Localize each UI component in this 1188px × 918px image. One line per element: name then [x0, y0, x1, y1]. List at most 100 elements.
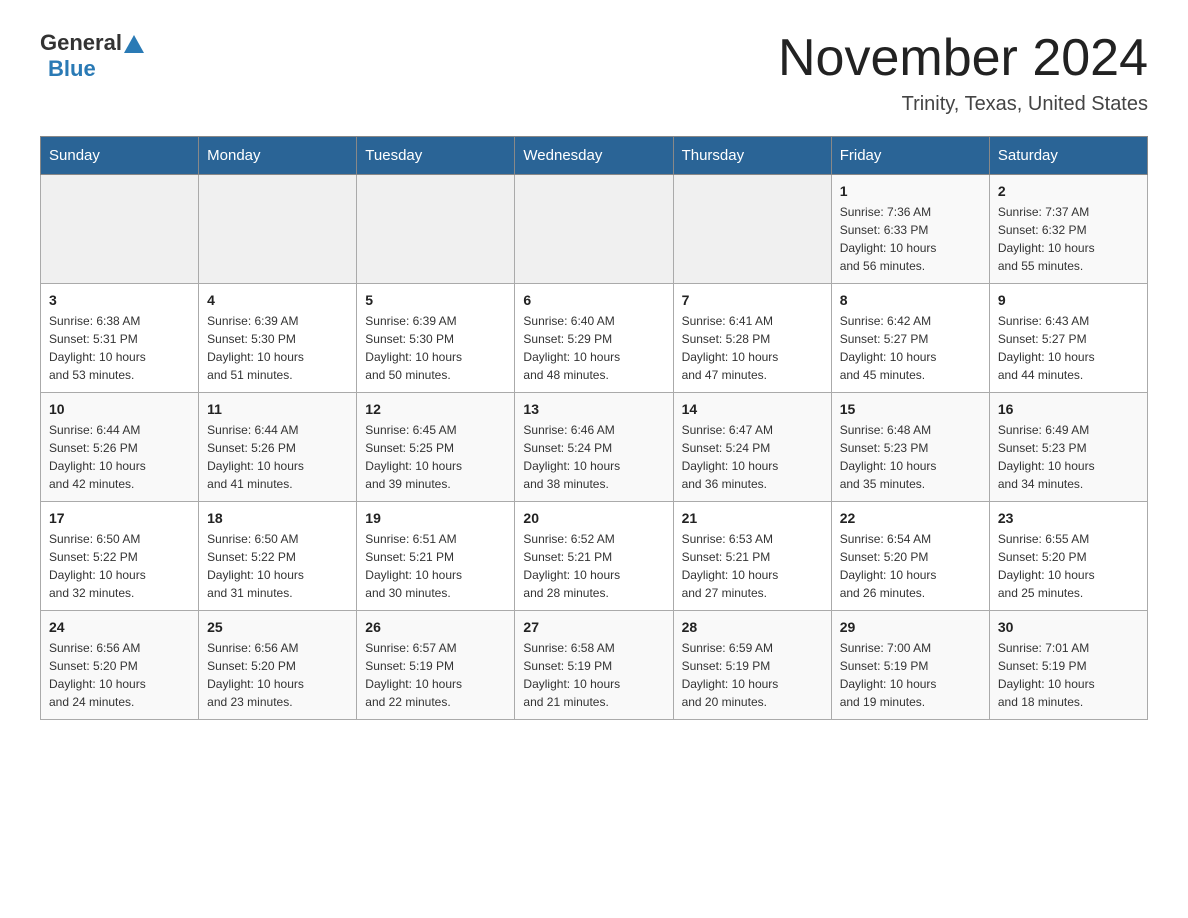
subtitle: Trinity, Texas, United States: [778, 93, 1148, 116]
calendar-cell: 12 Sunrise: 6:45 AMSunset: 5:25 PMDayligh…: [357, 393, 515, 502]
calendar-cell: 1Sunrise: 7:36 AMSunset: 6:33 PMDaylight…: [831, 175, 989, 284]
main-title: November 2024: [778, 30, 1148, 87]
day-info: Sunrise: 6:59 AMSunset: 5:19 PMDaylight:…: [682, 639, 823, 711]
calendar-cell: 6 Sunrise: 6:40 AMSunset: 5:29 PMDaylight…: [515, 284, 673, 393]
day-info: Sunrise: 6:40 AMSunset: 5:29 PMDaylight:…: [523, 312, 664, 384]
calendar-cell: [357, 175, 515, 284]
day-number: 28: [682, 619, 823, 635]
day-info: Sunrise: 6:46 AMSunset: 5:24 PMDaylight:…: [523, 421, 664, 493]
calendar-cell: 16 Sunrise: 6:49 AMSunset: 5:23 PMDayligh…: [989, 393, 1147, 502]
calendar-cell: 14Sunrise: 6:47 AMSunset: 5:24 PMDayligh…: [673, 393, 831, 502]
calendar-cell: 20 Sunrise: 6:52 AMSunset: 5:21 PMDayligh…: [515, 502, 673, 611]
calendar-cell: 5Sunrise: 6:39 AMSunset: 5:30 PMDaylight…: [357, 284, 515, 393]
day-info: Sunrise: 6:48 AMSunset: 5:23 PMDaylight:…: [840, 421, 981, 493]
day-info: Sunrise: 6:54 AMSunset: 5:20 PMDaylight:…: [840, 530, 981, 602]
calendar-cell: 24 Sunrise: 6:56 AMSunset: 5:20 PMDayligh…: [41, 611, 199, 720]
day-number: 3: [49, 292, 190, 308]
calendar-week-row: 17 Sunrise: 6:50 AMSunset: 5:22 PMDayligh…: [41, 502, 1148, 611]
calendar-cell: 13 Sunrise: 6:46 AMSunset: 5:24 PMDayligh…: [515, 393, 673, 502]
day-number: 22: [840, 510, 981, 526]
calendar-header-sunday: Sunday: [41, 137, 199, 175]
day-info: Sunrise: 7:01 AMSunset: 5:19 PMDaylight:…: [998, 639, 1139, 711]
calendar-cell: 27 Sunrise: 6:58 AMSunset: 5:19 PMDayligh…: [515, 611, 673, 720]
day-number: 25: [207, 619, 348, 635]
calendar-header-wednesday: Wednesday: [515, 137, 673, 175]
day-info: Sunrise: 6:39 AMSunset: 5:30 PMDaylight:…: [207, 312, 348, 384]
day-number: 17: [49, 510, 190, 526]
calendar-header-tuesday: Tuesday: [357, 137, 515, 175]
day-info: Sunrise: 6:58 AMSunset: 5:19 PMDaylight:…: [523, 639, 664, 711]
day-info: Sunrise: 6:53 AMSunset: 5:21 PMDaylight:…: [682, 530, 823, 602]
calendar-week-row: 1Sunrise: 7:36 AMSunset: 6:33 PMDaylight…: [41, 175, 1148, 284]
calendar-cell: 7 Sunrise: 6:41 AMSunset: 5:28 PMDaylight…: [673, 284, 831, 393]
day-number: 20: [523, 510, 664, 526]
day-info: Sunrise: 6:45 AMSunset: 5:25 PMDaylight:…: [365, 421, 506, 493]
day-number: 15: [840, 401, 981, 417]
day-number: 6: [523, 292, 664, 308]
calendar-cell: 18 Sunrise: 6:50 AMSunset: 5:22 PMDayligh…: [199, 502, 357, 611]
day-info: Sunrise: 6:44 AMSunset: 5:26 PMDaylight:…: [207, 421, 348, 493]
day-number: 2: [998, 183, 1139, 199]
calendar-cell: 25 Sunrise: 6:56 AMSunset: 5:20 PMDayligh…: [199, 611, 357, 720]
calendar-week-row: 3 Sunrise: 6:38 AMSunset: 5:31 PMDaylight…: [41, 284, 1148, 393]
day-number: 19: [365, 510, 506, 526]
calendar-cell: 26Sunrise: 6:57 AMSunset: 5:19 PMDayligh…: [357, 611, 515, 720]
day-info: Sunrise: 6:38 AMSunset: 5:31 PMDaylight:…: [49, 312, 190, 384]
day-number: 23: [998, 510, 1139, 526]
day-info: Sunrise: 7:37 AMSunset: 6:32 PMDaylight:…: [998, 203, 1139, 275]
day-info: Sunrise: 6:43 AMSunset: 5:27 PMDaylight:…: [998, 312, 1139, 384]
day-info: Sunrise: 6:51 AMSunset: 5:21 PMDaylight:…: [365, 530, 506, 602]
day-info: Sunrise: 6:44 AMSunset: 5:26 PMDaylight:…: [49, 421, 190, 493]
calendar-cell: 8Sunrise: 6:42 AMSunset: 5:27 PMDaylight…: [831, 284, 989, 393]
day-number: 5: [365, 292, 506, 308]
calendar-cell: 10 Sunrise: 6:44 AMSunset: 5:26 PMDayligh…: [41, 393, 199, 502]
day-info: Sunrise: 7:00 AMSunset: 5:19 PMDaylight:…: [840, 639, 981, 711]
calendar-header-saturday: Saturday: [989, 137, 1147, 175]
calendar-cell: [515, 175, 673, 284]
day-number: 29: [840, 619, 981, 635]
title-section: November 2024 Trinity, Texas, United Sta…: [778, 30, 1148, 116]
day-info: Sunrise: 6:50 AMSunset: 5:22 PMDaylight:…: [49, 530, 190, 602]
calendar-header-row: SundayMondayTuesdayWednesdayThursdayFrid…: [41, 137, 1148, 175]
day-info: Sunrise: 6:50 AMSunset: 5:22 PMDaylight:…: [207, 530, 348, 602]
day-number: 21: [682, 510, 823, 526]
logo-blue-label: Blue: [48, 56, 96, 82]
logo-triangle-icon: [124, 35, 144, 53]
day-info: Sunrise: 6:57 AMSunset: 5:19 PMDaylight:…: [365, 639, 506, 711]
calendar-cell: 17 Sunrise: 6:50 AMSunset: 5:22 PMDayligh…: [41, 502, 199, 611]
day-number: 7: [682, 292, 823, 308]
calendar-cell: 23Sunrise: 6:55 AMSunset: 5:20 PMDayligh…: [989, 502, 1147, 611]
day-info: Sunrise: 6:56 AMSunset: 5:20 PMDaylight:…: [49, 639, 190, 711]
calendar-cell: 9Sunrise: 6:43 AMSunset: 5:27 PMDaylight…: [989, 284, 1147, 393]
day-number: 11: [207, 401, 348, 417]
day-info: Sunrise: 6:49 AMSunset: 5:23 PMDaylight:…: [998, 421, 1139, 493]
calendar-cell: 30 Sunrise: 7:01 AMSunset: 5:19 PMDayligh…: [989, 611, 1147, 720]
day-number: 12: [365, 401, 506, 417]
day-number: 16: [998, 401, 1139, 417]
calendar-week-row: 24 Sunrise: 6:56 AMSunset: 5:20 PMDayligh…: [41, 611, 1148, 720]
calendar-cell: [41, 175, 199, 284]
day-info: Sunrise: 6:47 AMSunset: 5:24 PMDaylight:…: [682, 421, 823, 493]
calendar-cell: 21 Sunrise: 6:53 AMSunset: 5:21 PMDayligh…: [673, 502, 831, 611]
day-number: 27: [523, 619, 664, 635]
calendar-header-friday: Friday: [831, 137, 989, 175]
day-info: Sunrise: 6:42 AMSunset: 5:27 PMDaylight:…: [840, 312, 981, 384]
page-header: General Blue November 2024 Trinity, Texa…: [40, 30, 1148, 116]
day-number: 13: [523, 401, 664, 417]
day-number: 18: [207, 510, 348, 526]
calendar-cell: 19 Sunrise: 6:51 AMSunset: 5:21 PMDayligh…: [357, 502, 515, 611]
day-number: 24: [49, 619, 190, 635]
calendar-cell: 29 Sunrise: 7:00 AMSunset: 5:19 PMDayligh…: [831, 611, 989, 720]
day-info: Sunrise: 6:52 AMSunset: 5:21 PMDaylight:…: [523, 530, 664, 602]
calendar-cell: 3 Sunrise: 6:38 AMSunset: 5:31 PMDaylight…: [41, 284, 199, 393]
day-info: Sunrise: 6:41 AMSunset: 5:28 PMDaylight:…: [682, 312, 823, 384]
calendar-cell: [199, 175, 357, 284]
calendar-cell: 28 Sunrise: 6:59 AMSunset: 5:19 PMDayligh…: [673, 611, 831, 720]
calendar-cell: 22 Sunrise: 6:54 AMSunset: 5:20 PMDayligh…: [831, 502, 989, 611]
day-number: 30: [998, 619, 1139, 635]
day-info: Sunrise: 6:56 AMSunset: 5:20 PMDaylight:…: [207, 639, 348, 711]
calendar-cell: 11 Sunrise: 6:44 AMSunset: 5:26 PMDayligh…: [199, 393, 357, 502]
calendar-week-row: 10 Sunrise: 6:44 AMSunset: 5:26 PMDayligh…: [41, 393, 1148, 502]
day-number: 10: [49, 401, 190, 417]
calendar-cell: 15 Sunrise: 6:48 AMSunset: 5:23 PMDayligh…: [831, 393, 989, 502]
